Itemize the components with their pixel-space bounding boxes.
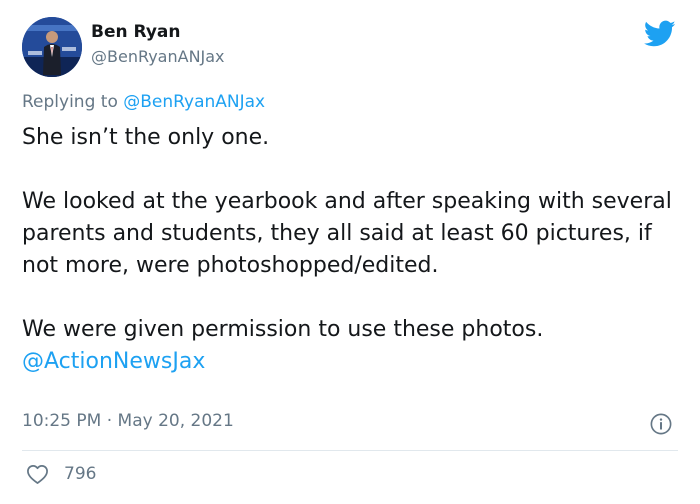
- tweet-date: May 20, 2021: [117, 411, 234, 431]
- author-handle[interactable]: @BenRyanANJax: [91, 47, 225, 66]
- avatar[interactable]: [22, 17, 82, 77]
- twitter-bird-icon[interactable]: [644, 20, 676, 48]
- tweet-timestamp[interactable]: 10:25 PM · May 20, 2021: [22, 411, 234, 431]
- like-count: 796: [64, 464, 97, 484]
- tweet-paragraph-2: We looked at the yearbook and after spea…: [22, 189, 672, 278]
- replying-to-label: Replying to: [22, 92, 118, 112]
- author-name[interactable]: Ben Ryan: [91, 22, 181, 42]
- replying-to-mention[interactable]: @BenRyanANJax: [123, 92, 265, 112]
- avatar-image: [22, 17, 82, 77]
- info-icon[interactable]: [650, 413, 672, 435]
- meta-separator: ·: [106, 411, 113, 431]
- heart-icon[interactable]: [26, 463, 49, 485]
- tweet-line-1: She isn’t the only one.: [22, 125, 270, 150]
- tweet-time: 10:25 PM: [22, 411, 102, 431]
- replying-to: Replying to @BenRyanANJax: [22, 92, 265, 112]
- tweet-mention-link[interactable]: @ActionNewsJax: [22, 349, 205, 374]
- tweet-paragraph-3: We were given permission to use these ph…: [22, 317, 544, 342]
- tweet-text: She isn’t the only one. We looked at the…: [22, 122, 682, 378]
- divider: [22, 450, 678, 451]
